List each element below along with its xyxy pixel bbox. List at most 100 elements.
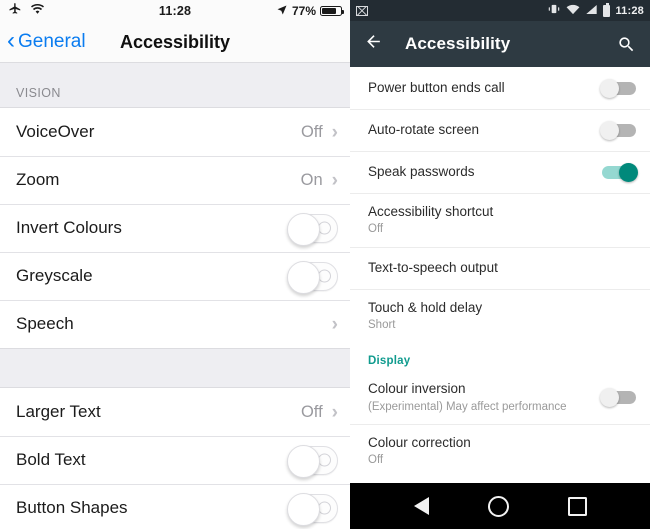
nav-back-triangle-icon[interactable] [413, 497, 429, 515]
list-item-value: Off [300, 402, 323, 421]
ios-status-bar: 11:28 77% [0, 0, 350, 22]
list-item-button-shapes[interactable]: Button Shapes [0, 484, 350, 529]
back-button-general[interactable]: ‹ General [0, 27, 86, 54]
battery-percent-label: 77% [291, 4, 316, 18]
list-item-texts: Accessibility shortcut Off [368, 203, 636, 238]
list-item-touch-and-hold-delay[interactable]: Touch & hold delay Short [350, 288, 650, 343]
list-item-texts: Colour correction Off [368, 434, 636, 469]
toggle-power-button-ends-call[interactable] [600, 78, 636, 98]
list-item-label: Bold Text [16, 450, 86, 469]
list-item-title: Accessibility shortcut [368, 204, 494, 219]
list-item-label: Greyscale [16, 266, 93, 285]
list-item-colour-correction[interactable]: Colour correction Off [350, 424, 650, 478]
android-navigation-bar [350, 483, 650, 529]
list-item-colour-inversion[interactable]: Colour inversion (Experimental) May affe… [350, 371, 650, 424]
gmail-icon [356, 5, 368, 16]
list-item-texts: Auto-rotate screen [368, 121, 592, 139]
chevron-right-icon: › [331, 121, 338, 143]
list-item-larger-text[interactable]: Larger Text Off › [0, 388, 350, 436]
page-title: Accessibility [405, 34, 511, 53]
list-item-label: Button Shapes [16, 498, 128, 517]
list-item-title: Power button ends call [368, 79, 505, 95]
list-item-title: Touch & hold delay [368, 299, 483, 315]
ios-settings-list: VISION VoiceOver Off › Zoom On › Invert … [0, 63, 350, 529]
list-item-title: Auto-rotate screen [368, 122, 480, 138]
battery-icon [320, 6, 344, 16]
list-item-subtitle: Short [368, 318, 396, 331]
android-settings-list: Power button ends call Auto-rotate scree… [350, 67, 650, 478]
list-item-label: Zoom [16, 170, 60, 189]
toggle-knob [600, 121, 619, 140]
chevron-right-icon: › [331, 313, 338, 335]
section-header-display: Display [368, 355, 411, 368]
back-arrow-icon[interactable] [364, 32, 383, 56]
list-item-texts: Power button ends call [368, 79, 592, 97]
ios-accessibility-screen: 11:28 77% ‹ General Accessibility VISION… [0, 0, 350, 529]
toggle-knob [287, 444, 320, 478]
ios-status-right: 77% [276, 4, 344, 19]
list-item-voiceover[interactable]: VoiceOver Off › [0, 108, 350, 156]
list-item-value: On [300, 170, 323, 189]
list-item-label: Speech [16, 314, 74, 333]
dual-phone-comparison: 11:28 77% ‹ General Accessibility VISION… [0, 0, 650, 529]
chevron-left-icon: ‹ [7, 27, 15, 54]
toggle-knob [600, 78, 619, 98]
toggle-invert-colours[interactable] [287, 212, 338, 246]
back-button-label: General [18, 31, 86, 52]
toggle-knob [619, 163, 638, 182]
toggle-auto-rotate-screen[interactable] [600, 121, 636, 140]
list-item-invert-colours[interactable]: Invert Colours [0, 204, 350, 252]
section-header-vision: VISION [0, 63, 350, 108]
chevron-right-icon: › [331, 169, 338, 191]
chevron-right-icon: › [331, 401, 338, 423]
android-status-right: 11:28 [547, 2, 644, 20]
vibrate-icon [547, 2, 561, 20]
location-arrow-icon [276, 4, 288, 19]
list-item-subtitle: Off [368, 223, 384, 236]
battery-icon [603, 2, 611, 17]
section-separator [0, 348, 350, 388]
list-item-greyscale[interactable]: Greyscale [0, 252, 350, 300]
toggle-knob [287, 212, 320, 246]
list-item-label: VoiceOver [16, 122, 95, 141]
list-item-value: Off [300, 122, 323, 141]
toggle-speak-passwords[interactable] [602, 163, 638, 182]
ios-nav-bar: ‹ General Accessibility [0, 22, 350, 63]
toggle-knob [287, 492, 320, 526]
list-item-title: Colour correction [368, 435, 471, 451]
toggle-knob [287, 260, 320, 294]
list-item-texts: Colour inversion (Experimental) May affe… [368, 380, 592, 415]
list-item-label: Larger Text [16, 402, 101, 421]
list-item-label: Invert Colours [16, 218, 122, 237]
list-item-accessibility-shortcut[interactable]: Accessibility shortcut Off [350, 193, 650, 247]
search-icon[interactable] [617, 35, 636, 54]
nav-home-circle-icon[interactable] [487, 495, 509, 517]
toggle-colour-inversion[interactable] [600, 388, 636, 408]
nav-recents-square-icon[interactable] [567, 496, 587, 516]
toggle-bold-text[interactable] [287, 444, 338, 478]
toggle-knob [600, 388, 619, 408]
list-item-speech[interactable]: Speech › [0, 300, 350, 348]
android-app-bar: Accessibility [350, 21, 650, 67]
list-item-power-button-ends-call[interactable]: Power button ends call [350, 67, 650, 109]
list-item-text-to-speech-output[interactable]: Text-to-speech output [350, 246, 650, 289]
list-item-texts: Text-to-speech output [368, 259, 636, 277]
list-item-texts: Touch & hold delay Short [368, 299, 636, 334]
signal-icon [585, 2, 598, 20]
list-item-texts: Speak passwords [368, 163, 592, 181]
list-item-subtitle: Off [368, 454, 384, 467]
android-clock: 11:28 [615, 4, 644, 17]
list-item-zoom[interactable]: Zoom On › [0, 156, 350, 204]
list-item-title: Colour inversion [368, 381, 466, 397]
list-item-title: Speak passwords [368, 164, 475, 180]
wifi-icon [566, 2, 580, 20]
toggle-button-shapes[interactable] [287, 492, 338, 526]
list-item-title: Text-to-speech output [368, 260, 498, 276]
android-accessibility-screen: 11:28 Accessibility Power button ends ca… [350, 0, 650, 529]
android-status-bar: 11:28 [350, 0, 650, 21]
list-item-bold-text[interactable]: Bold Text [0, 436, 350, 484]
list-item-subtitle: (Experimental) May affect performance [368, 400, 567, 413]
list-item-auto-rotate-screen[interactable]: Auto-rotate screen [350, 109, 650, 151]
toggle-greyscale[interactable] [287, 260, 338, 294]
list-item-speak-passwords[interactable]: Speak passwords [350, 151, 650, 193]
